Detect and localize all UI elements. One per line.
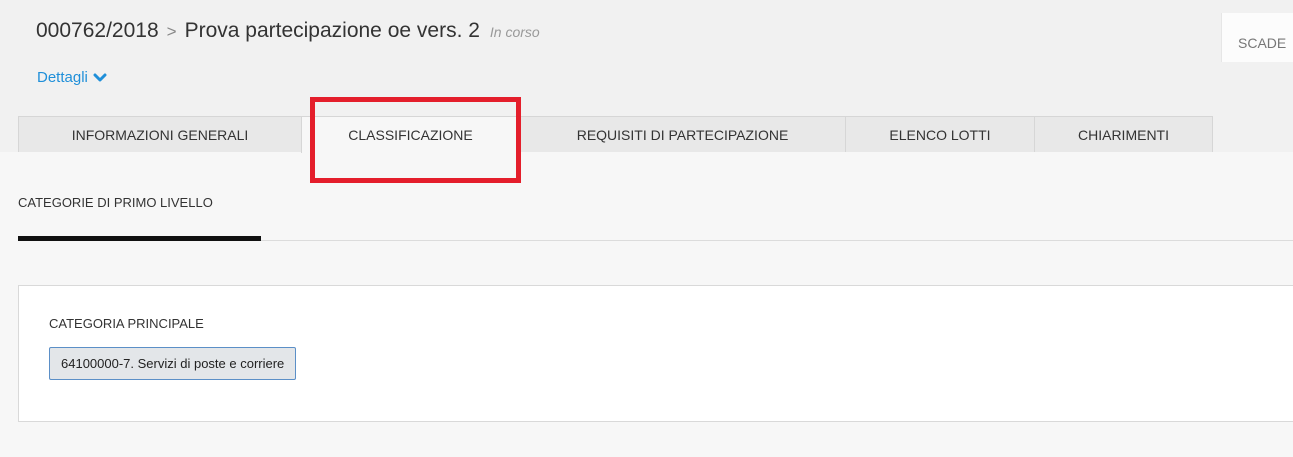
active-subtab-indicator: [18, 236, 261, 241]
deadline-label: SCADE: [1238, 35, 1287, 51]
tab-label: INFORMAZIONI GENERALI: [71, 126, 249, 143]
procedure-code: 000762/2018: [36, 19, 159, 42]
breadcrumb-separator: >: [166, 22, 177, 41]
deadline-box: SCADE: [1221, 13, 1293, 62]
main-category-chip[interactable]: 64100000-7. Servizi di poste e corriere: [49, 347, 297, 380]
subtab-bar: CATEGORIE DI PRIMO LIVELLO: [18, 186, 1293, 241]
tab-chiarimenti[interactable]: CHIARIMENTI: [1034, 116, 1213, 152]
main-category-label: CATEGORIA PRINCIPALE: [49, 316, 204, 331]
status-badge: In corso: [489, 24, 540, 40]
subtab-label: CATEGORIE DI PRIMO LIVELLO: [18, 195, 213, 210]
tab-elenco-lotti[interactable]: ELENCO LOTTI: [845, 116, 1035, 152]
tab-classificazione[interactable]: CLASSIFICAZIONE: [301, 116, 520, 153]
tab-label: CHIARIMENTI: [1078, 126, 1169, 143]
tab-informazioni-generali[interactable]: INFORMAZIONI GENERALI: [18, 116, 302, 152]
tab-label: ELENCO LOTTI: [889, 126, 991, 143]
details-label: Dettagli: [37, 69, 88, 86]
tab-requisiti-di-partecipazione[interactable]: REQUISITI DI PARTECIPAZIONE: [519, 116, 846, 152]
tab-label: CLASSIFICAZIONE: [348, 127, 473, 143]
classification-panel: CATEGORIA PRINCIPALE 64100000-7. Servizi…: [18, 285, 1293, 422]
subtab-categorie-primo-livello[interactable]: CATEGORIE DI PRIMO LIVELLO: [18, 186, 261, 241]
procedure-title: Prova partecipazione oe vers. 2: [184, 19, 480, 42]
tab-bar: INFORMAZIONI GENERALI CLASSIFICAZIONE RE…: [18, 116, 1213, 153]
details-toggle[interactable]: Dettagli: [37, 69, 107, 86]
tab-label: REQUISITI DI PARTECIPAZIONE: [576, 126, 789, 143]
page-title: 000762/2018 > Prova partecipazione oe ve…: [36, 19, 540, 43]
chevron-down-icon: [93, 73, 107, 81]
